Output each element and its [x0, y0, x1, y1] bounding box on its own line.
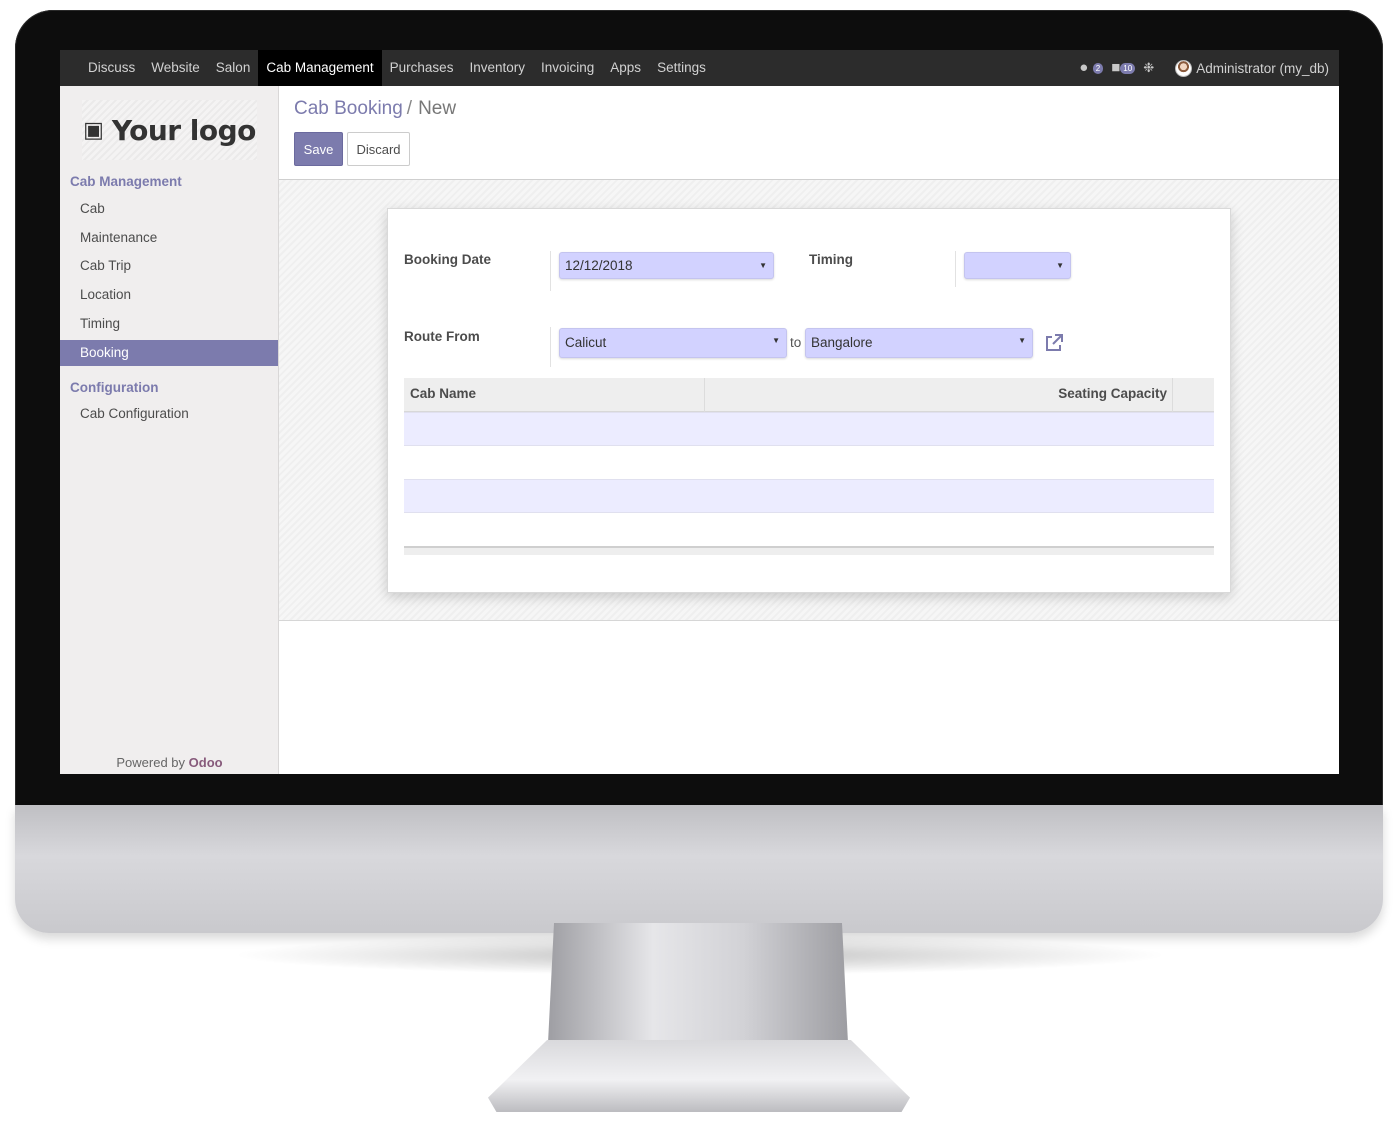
- field-divider: [550, 251, 551, 291]
- menu-settings[interactable]: Settings: [649, 50, 714, 86]
- user-name: Administrator (my_db): [1196, 60, 1329, 76]
- chat-badge: 2: [1092, 63, 1104, 74]
- camera-icon: ▣: [83, 117, 104, 142]
- powered-prefix: Powered by: [116, 755, 186, 770]
- column-divider: [704, 378, 705, 412]
- sidebar-item-cab-configuration[interactable]: Cab Configuration: [60, 401, 278, 427]
- timing-label: Timing: [809, 252, 854, 267]
- main-navbar: Discuss Website Salon Cab Management Pur…: [60, 50, 1339, 86]
- control-panel: Cab Booking / New Save Discard: [279, 86, 1339, 180]
- menu-salon[interactable]: Salon: [208, 50, 259, 86]
- route-to-value: Bangalore: [811, 335, 873, 350]
- menu-inventory[interactable]: Inventory: [461, 50, 533, 86]
- sidebar-item-cab-trip[interactable]: Cab Trip: [60, 253, 278, 279]
- chevron-down-icon: ▼: [1018, 336, 1026, 345]
- sidebar-item-location[interactable]: Location: [60, 282, 278, 308]
- booking-date-label: Booking Date: [404, 252, 492, 267]
- timing-select[interactable]: ▼: [964, 252, 1071, 279]
- route-to-separator: to: [790, 335, 802, 350]
- chat-icon[interactable]: ● 2: [1079, 60, 1104, 76]
- breadcrumb-current: New: [418, 98, 457, 119]
- systray: ● 2 ■ 10 ❉ Administrator (my_db): [1079, 50, 1329, 86]
- sidebar-item-maintenance[interactable]: Maintenance: [60, 225, 278, 251]
- monitor-chin: [15, 805, 1383, 933]
- save-button[interactable]: Save: [294, 132, 343, 166]
- sidebar-section-cab-management[interactable]: Cab Management: [70, 174, 182, 189]
- breadcrumb-separator: /: [406, 98, 413, 119]
- user-menu[interactable]: Administrator (my_db): [1175, 59, 1329, 77]
- route-from-value: Calicut: [565, 335, 607, 350]
- menu-website[interactable]: Website: [143, 50, 208, 86]
- monitor-foot: [488, 1040, 910, 1112]
- sidebar: ▣ Your logo Cab Management Cab Maintenan…: [60, 86, 279, 774]
- column-divider: [1172, 378, 1173, 412]
- booking-date-field[interactable]: 12/12/2018 ▼: [559, 252, 774, 279]
- powered-by: Powered by Odoo: [60, 755, 279, 770]
- debug-bug-icon[interactable]: ❉: [1143, 60, 1161, 76]
- sidebar-section-configuration[interactable]: Configuration: [70, 380, 158, 395]
- odoo-link[interactable]: Odoo: [189, 755, 223, 770]
- cab-table-header: Cab Name Seating Capacity: [404, 378, 1214, 412]
- field-divider: [550, 327, 551, 367]
- sidebar-item-cab[interactable]: Cab: [60, 196, 278, 222]
- menu-discuss[interactable]: Discuss: [80, 50, 143, 86]
- messages-icon[interactable]: ■ 10: [1111, 60, 1136, 76]
- chevron-down-icon: ▼: [759, 261, 767, 270]
- monitor-neck: [548, 923, 848, 1043]
- app-menu: Discuss Website Salon Cab Management Pur…: [80, 50, 714, 86]
- messages-badge: 10: [1120, 63, 1136, 74]
- menu-invoicing[interactable]: Invoicing: [533, 50, 602, 86]
- table-row: [404, 412, 1214, 446]
- menu-apps[interactable]: Apps: [602, 50, 649, 86]
- field-divider: [955, 251, 956, 287]
- breadcrumb: Cab Booking / New: [294, 98, 456, 120]
- column-cab-name[interactable]: Cab Name: [410, 378, 476, 412]
- table-row: [404, 446, 1214, 480]
- column-seating-capacity[interactable]: Seating Capacity: [1058, 378, 1167, 412]
- sidebar-item-booking[interactable]: Booking: [60, 340, 278, 366]
- logo-text: Your logo: [111, 113, 257, 147]
- table-row: [404, 479, 1214, 513]
- main-content: Cab Booking / New Save Discard Booking Dat…: [279, 86, 1339, 774]
- form-background: Booking Date 12/12/2018 ▼ Timing ▼ Route…: [279, 180, 1339, 621]
- avatar: [1175, 59, 1193, 77]
- company-logo[interactable]: ▣ Your logo: [82, 100, 257, 160]
- external-link-icon[interactable]: [1044, 333, 1064, 353]
- chevron-down-icon: ▼: [1056, 261, 1064, 270]
- table-footer: [404, 546, 1214, 555]
- menu-purchases[interactable]: Purchases: [382, 50, 462, 86]
- table-row: [404, 513, 1214, 547]
- route-from-field[interactable]: Calicut ▼: [559, 328, 787, 358]
- sidebar-item-timing[interactable]: Timing: [60, 311, 278, 337]
- breadcrumb-cab-booking[interactable]: Cab Booking: [294, 98, 403, 119]
- discard-button[interactable]: Discard: [347, 132, 410, 166]
- route-from-label: Route From: [404, 329, 480, 344]
- chevron-down-icon: ▼: [772, 336, 780, 345]
- app-screen: Discuss Website Salon Cab Management Pur…: [60, 50, 1339, 774]
- menu-cab-management[interactable]: Cab Management: [258, 50, 382, 86]
- route-to-field[interactable]: Bangalore ▼: [805, 328, 1033, 358]
- form-sheet: Booking Date 12/12/2018 ▼ Timing ▼ Route…: [387, 208, 1231, 593]
- booking-date-value: 12/12/2018: [565, 258, 633, 273]
